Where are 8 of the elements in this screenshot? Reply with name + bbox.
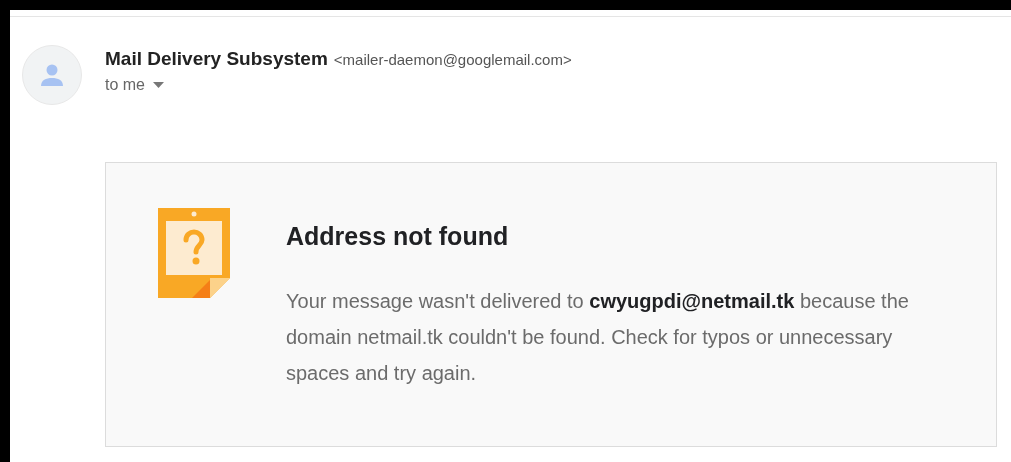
caret-icon [153, 82, 164, 88]
question-note-icon [158, 208, 230, 298]
sender-name: Mail Delivery Subsystem [105, 48, 328, 70]
sender-address: <mailer-daemon@googlemail.com> [333, 51, 572, 68]
notice-title: Address not found [286, 222, 510, 251]
notice-message: Your message wasn't delivered to cwyugpdi@netmail.tk because the domain netmail.tk couldn't be found. Check for typos or unnecessary spaces and try again. [286, 289, 910, 386]
recipient-dropdown[interactable]: to me [105, 76, 164, 94]
person-icon [39, 62, 65, 88]
